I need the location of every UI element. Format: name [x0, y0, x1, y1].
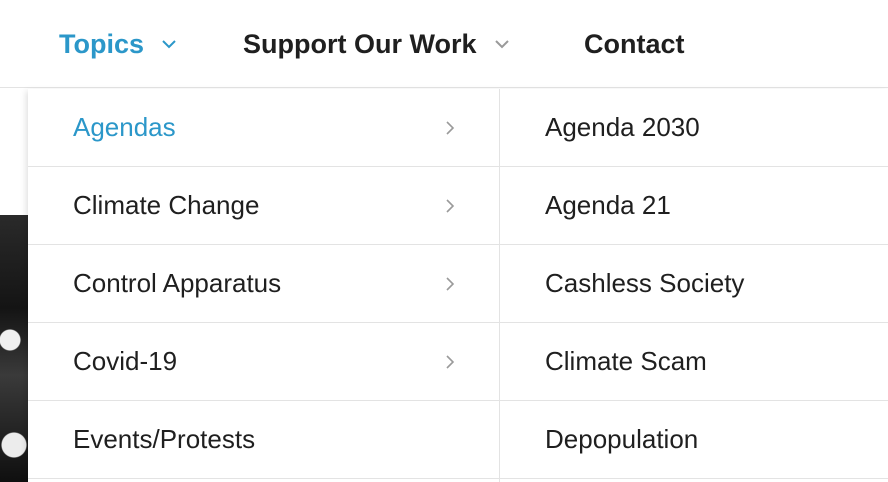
- submenu-item-cashless-society[interactable]: Cashless Society: [500, 245, 888, 323]
- nav-item-topics[interactable]: Topics: [59, 0, 178, 88]
- topics-dropdown-menu: Agendas Climate Change Control Apparatus…: [28, 89, 888, 482]
- menu-item-agendas[interactable]: Agendas: [28, 89, 499, 167]
- menu-item-label: Events/Protests: [73, 424, 256, 454]
- nav-item-label: Topics: [59, 28, 145, 59]
- page: Topics Support Our Work Contact Agendas: [0, 0, 888, 482]
- menu-item-climate-change[interactable]: Climate Change: [28, 167, 499, 245]
- submenu-item-label: Cashless Society: [545, 268, 745, 298]
- submenu-list: Agenda 2030 Agenda 21 Cashless Society C…: [500, 89, 888, 482]
- submenu-item-label: Agenda 21: [545, 190, 671, 220]
- menu-item-label: Control Apparatus: [73, 268, 282, 298]
- chevron-down-icon: [493, 35, 511, 53]
- submenu-item-label: Climate Scam: [545, 346, 707, 376]
- menu-item-control-apparatus[interactable]: Control Apparatus: [28, 245, 499, 323]
- menu-item-covid-19[interactable]: Covid-19: [28, 323, 499, 401]
- chevron-right-icon: [443, 196, 457, 213]
- nav-item-support-our-work[interactable]: Support Our Work: [243, 0, 511, 88]
- nav-item-label: Contact: [584, 28, 685, 59]
- menu-item-label: Climate Change: [73, 190, 260, 220]
- chevron-down-icon: [160, 35, 178, 53]
- page-background: [0, 89, 30, 215]
- submenu-item-label: Depopulation: [545, 424, 699, 454]
- nav-item-label: Support Our Work: [243, 28, 477, 59]
- submenu-item-climate-scam[interactable]: Climate Scam: [500, 323, 888, 401]
- hero-image: [0, 215, 30, 482]
- submenu-item-agenda-2030[interactable]: Agenda 2030: [500, 89, 888, 167]
- chevron-right-icon: [443, 274, 457, 291]
- category-list: Agendas Climate Change Control Apparatus…: [28, 89, 500, 482]
- menu-item-events-protests[interactable]: Events/Protests: [28, 401, 499, 479]
- main-navigation: Topics Support Our Work Contact: [0, 0, 888, 88]
- submenu-item-depopulation[interactable]: Depopulation: [500, 401, 888, 479]
- menu-item-label: Agendas: [73, 112, 176, 142]
- menu-item-label: Covid-19: [73, 346, 178, 376]
- submenu-item-label: Agenda 2030: [545, 112, 700, 142]
- chevron-right-icon: [443, 352, 457, 369]
- chevron-right-icon: [443, 118, 457, 135]
- submenu-item-agenda-21[interactable]: Agenda 21: [500, 167, 888, 245]
- nav-item-contact[interactable]: Contact: [584, 0, 685, 88]
